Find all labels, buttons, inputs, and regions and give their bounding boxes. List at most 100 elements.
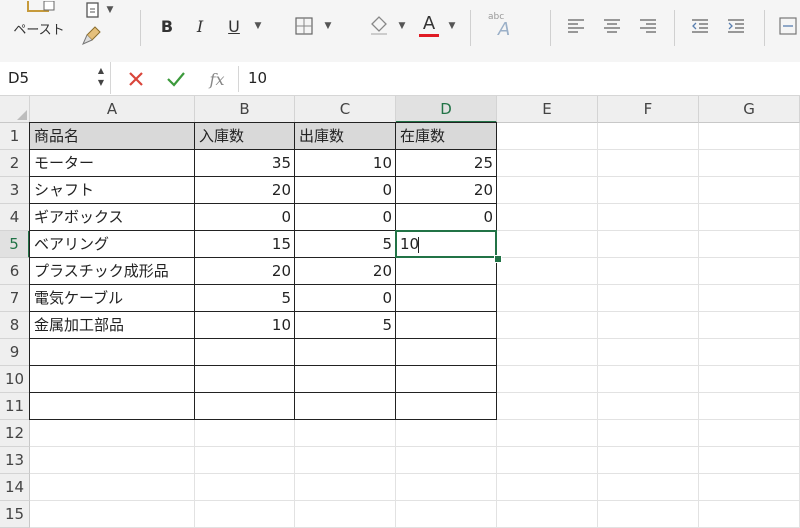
table-cell[interactable]: プラスチック成形品 xyxy=(30,258,195,285)
table-cell[interactable]: 5 xyxy=(295,312,396,339)
table-cell[interactable]: 15 xyxy=(195,231,295,258)
table-cell[interactable]: モーター xyxy=(30,150,195,177)
column-header-c[interactable]: C xyxy=(295,96,396,123)
table-cell[interactable] xyxy=(30,339,195,366)
wrap-text-button[interactable] xyxy=(776,14,800,38)
table-cell[interactable]: 0 xyxy=(295,204,396,231)
chevron-down-icon[interactable]: ▼ xyxy=(252,20,264,32)
chevron-down-icon[interactable]: ▼ xyxy=(396,20,408,32)
column-header-b[interactable]: B xyxy=(195,96,295,123)
table-cell[interactable]: 0 xyxy=(195,204,295,231)
table-cell[interactable] xyxy=(195,393,295,420)
paste-button[interactable]: ペースト xyxy=(8,0,70,38)
row-header-8[interactable]: 8 xyxy=(0,312,30,339)
row-header-7[interactable]: 7 xyxy=(0,285,30,312)
table-cell[interactable] xyxy=(195,366,295,393)
confirm-entry-button[interactable] xyxy=(164,67,188,91)
row-header-4[interactable]: 4 xyxy=(0,204,30,231)
table-cell[interactable] xyxy=(30,393,195,420)
table-cell[interactable] xyxy=(396,312,497,339)
table-cell[interactable] xyxy=(396,258,497,285)
chevron-down-icon[interactable]: ▼ xyxy=(107,5,114,15)
table-header-cell[interactable]: 在庫数 xyxy=(396,123,497,150)
row-header-5[interactable]: 5 xyxy=(0,231,30,258)
align-center-button[interactable] xyxy=(600,14,624,38)
table-cell[interactable] xyxy=(396,285,497,312)
table-cell[interactable]: 10 xyxy=(195,312,295,339)
table-cell[interactable]: 20 xyxy=(396,177,497,204)
increase-indent-button[interactable] xyxy=(724,14,748,38)
copy-button[interactable]: ▼ xyxy=(78,0,120,20)
row-header-2[interactable]: 2 xyxy=(0,150,30,177)
table-cell[interactable] xyxy=(295,366,396,393)
table-cell[interactable] xyxy=(195,339,295,366)
chevron-down-icon[interactable]: ▼ xyxy=(322,20,334,32)
column-header-e[interactable]: E xyxy=(497,96,598,123)
column-header-g[interactable]: G xyxy=(699,96,800,123)
copy-icon xyxy=(85,2,99,18)
formula-input[interactable]: 10 xyxy=(240,62,800,94)
font-color-button[interactable]: A xyxy=(416,10,442,40)
table-cell[interactable]: 0 xyxy=(295,285,396,312)
fill-color-button[interactable] xyxy=(366,12,392,38)
table-cell[interactable]: 5 xyxy=(195,285,295,312)
table-header-cell[interactable]: 商品名 xyxy=(30,123,195,150)
select-all-corner[interactable] xyxy=(0,96,30,123)
table-cell[interactable]: ギアボックス xyxy=(30,204,195,231)
bold-button[interactable]: B xyxy=(155,14,179,38)
increase-indent-icon xyxy=(728,19,744,33)
column-header-d[interactable]: D xyxy=(396,96,497,123)
fill-handle[interactable] xyxy=(494,255,502,263)
table-cell[interactable]: 20 xyxy=(295,258,396,285)
row-header-9[interactable]: 9 xyxy=(0,339,30,366)
table-cell[interactable]: 10 xyxy=(295,150,396,177)
table-header-cell[interactable]: 出庫数 xyxy=(295,123,396,150)
format-painter-button[interactable] xyxy=(78,24,106,48)
row-header-11[interactable]: 11 xyxy=(0,393,30,420)
gridline xyxy=(30,500,800,501)
cancel-entry-button[interactable] xyxy=(124,67,148,91)
row-header-10[interactable]: 10 xyxy=(0,366,30,393)
table-border xyxy=(30,149,497,150)
worksheet-grid[interactable]: A B C D E F G 1 2 3 4 5 6 7 8 9 10 11 12 13 14 15 商品名 入庫数 出庫数 在庫数… xyxy=(0,96,800,528)
table-cell[interactable]: 25 xyxy=(396,150,497,177)
table-header-cell[interactable]: 入庫数 xyxy=(195,123,295,150)
table-cell[interactable] xyxy=(295,339,396,366)
row-header-14[interactable]: 14 xyxy=(0,474,30,501)
row-header-1[interactable]: 1 xyxy=(0,123,30,150)
table-cell[interactable]: 20 xyxy=(195,177,295,204)
table-cell[interactable]: 金属加工部品 xyxy=(30,312,195,339)
chevron-down-icon[interactable]: ▼ xyxy=(446,20,458,32)
name-box[interactable]: D5 ▲ ▼ xyxy=(0,62,111,94)
table-cell[interactable] xyxy=(396,393,497,420)
align-right-button[interactable] xyxy=(636,14,660,38)
decrease-indent-button[interactable] xyxy=(688,14,712,38)
table-cell[interactable]: 20 xyxy=(195,258,295,285)
row-header-3[interactable]: 3 xyxy=(0,177,30,204)
table-cell[interactable] xyxy=(396,339,497,366)
align-left-button[interactable] xyxy=(564,14,588,38)
table-cell[interactable] xyxy=(396,366,497,393)
table-cell[interactable]: シャフト xyxy=(30,177,195,204)
row-header-12[interactable]: 12 xyxy=(0,420,30,447)
italic-button[interactable]: I xyxy=(188,14,212,38)
insert-function-button[interactable]: fx xyxy=(202,67,232,91)
row-header-13[interactable]: 13 xyxy=(0,447,30,474)
table-cell[interactable]: 35 xyxy=(195,150,295,177)
table-cell[interactable]: ベアリング xyxy=(30,231,195,258)
table-cell[interactable]: 0 xyxy=(295,177,396,204)
active-cell-editing[interactable]: 10 xyxy=(396,231,497,258)
table-cell[interactable] xyxy=(295,393,396,420)
row-header-15[interactable]: 15 xyxy=(0,501,30,528)
text-orientation-button[interactable]: abc A xyxy=(484,10,518,42)
underline-button[interactable]: U xyxy=(222,14,246,38)
column-header-a[interactable]: A xyxy=(30,96,195,123)
table-cell[interactable]: 0 xyxy=(396,204,497,231)
name-box-spinner-icon[interactable]: ▲ ▼ xyxy=(98,65,104,89)
row-header-6[interactable]: 6 xyxy=(0,258,30,285)
borders-button[interactable] xyxy=(292,14,316,38)
table-cell[interactable] xyxy=(30,366,195,393)
table-cell[interactable]: 電気ケーブル xyxy=(30,285,195,312)
table-cell[interactable]: 5 xyxy=(295,231,396,258)
column-header-f[interactable]: F xyxy=(598,96,699,123)
